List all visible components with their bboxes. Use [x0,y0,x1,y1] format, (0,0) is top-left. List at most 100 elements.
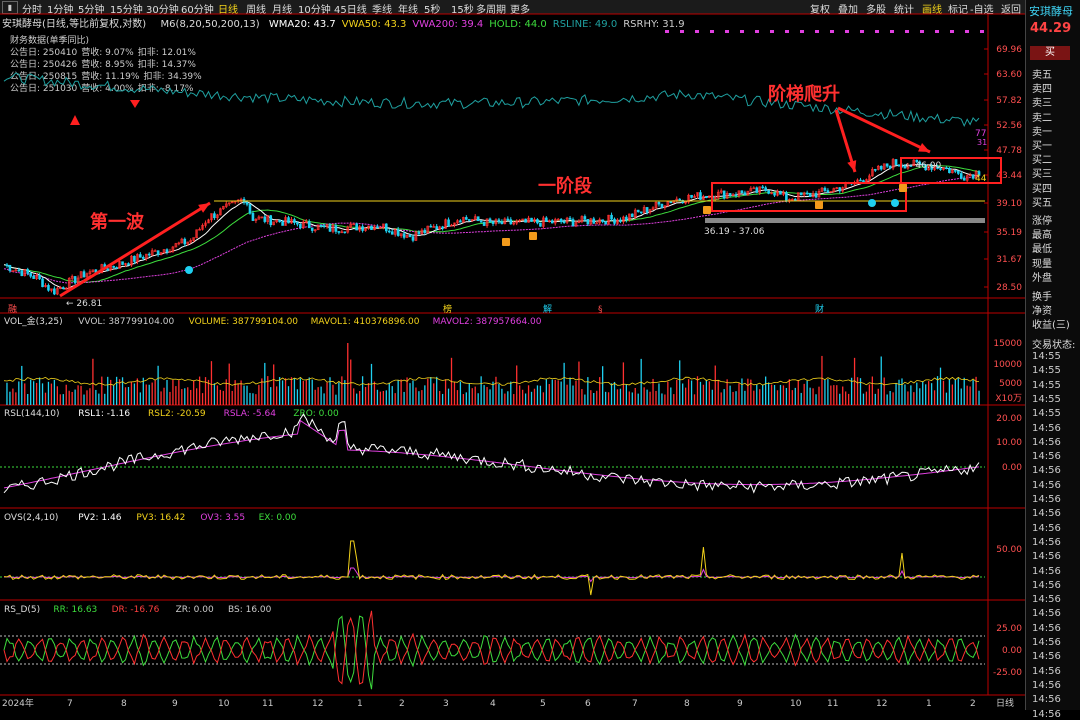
candle-body [705,195,708,198]
vol-tick: 5000 [999,379,1022,389]
candle-body [660,203,664,208]
candle-body [296,222,299,225]
y-tick: 63.60 [996,70,1022,80]
magenta-marker [950,30,954,33]
month-label: 8 [121,699,127,709]
stat-label: 最低 [1032,244,1052,256]
panel-legend-item: RSL2: -20.59 [148,409,206,419]
order-book-label: 卖四 [1032,84,1052,96]
order-book-label: 卖三 [1032,98,1052,110]
order-book-label: 买二 [1032,155,1052,167]
trade-time: 14:56 [1032,708,1061,720]
trade-time: 14:56 [1032,622,1061,634]
rsd-tick: -25.00 [993,668,1022,678]
magenta-marker [905,30,909,33]
trade-time: 14:56 [1032,694,1061,706]
candle-body [278,219,281,223]
magenta-marker [845,30,849,33]
y-tick: 31.67 [996,255,1022,265]
magenta-marker [860,30,864,33]
trade-time: 14:56 [1032,579,1061,591]
candle-body [479,220,483,223]
candle-body [859,179,862,182]
candle-body [767,190,770,194]
trade-time: 14:56 [1032,422,1061,434]
candle-body [885,163,889,167]
panel-legend-item: RSL1: -1.16 [78,409,130,419]
buy-button[interactable]: 买 [1030,46,1070,60]
stock-name[interactable]: 安琪酵母 [1029,3,1073,19]
stat2-label: 换手 [1032,292,1052,303]
rsd-tick: 25.00 [996,624,1022,634]
trade-time: 14:56 [1032,608,1061,620]
panel-legend-item: BS: 16.00 [228,605,272,615]
candle-body [959,173,963,179]
candle-body [539,222,542,227]
range-label: 36.19 - 37.06 [704,227,765,237]
candle-body [761,186,764,189]
candle-body [613,218,616,224]
candle-body [361,226,364,231]
panel-title: RSL(144,10) [4,409,60,419]
candle-body [26,269,30,274]
candle-body [785,192,788,201]
candle-body [619,219,622,222]
event-badge-icon [502,238,510,246]
candle-body [281,221,284,226]
month-label: 10 [790,699,802,709]
candle-body [586,219,590,225]
up-triangle-icon [70,115,80,125]
high-label: ← 46.00 [905,161,941,171]
candle-body [133,255,136,262]
candle-body [385,223,388,232]
trade-time: 14:56 [1032,436,1061,448]
magenta-marker [665,30,669,33]
month-label: 4 [490,699,496,709]
candle-body [61,287,65,290]
month-label: 10 [218,699,230,709]
candle-body [755,187,759,193]
candle-body [319,224,323,227]
candle-body [636,209,640,213]
panel-legend-item: VOLUME: 387799104.00 [189,317,299,327]
candle-body [429,225,433,228]
month-label: 1 [926,699,932,709]
month-label: 6 [585,699,591,709]
panel-title: RS_D(5) [4,605,40,615]
order-book-label: 买三 [1032,169,1052,181]
candle-body [156,250,160,255]
magenta-marker [770,30,774,33]
magenta-marker [935,30,939,33]
month-label: 9 [737,699,743,709]
trade-time: 14:56 [1032,479,1061,491]
candle-body [509,219,513,225]
candle-body [814,193,818,198]
candle-body [740,190,744,194]
magenta-marker [695,30,699,33]
candle-body [467,219,471,221]
candle-body [411,236,415,241]
month-label: 2 [970,699,976,709]
month-label: 11 [827,699,838,709]
candle-body [29,273,32,277]
candle-body [251,213,255,221]
candle-body [263,216,267,222]
candle-body [524,218,527,223]
panel-legend-item: VVOL: 387799104.00 [78,317,174,327]
magenta-marker [920,30,924,33]
candle-body [722,190,726,199]
candle-body [838,187,842,192]
event-marker: 融 [8,304,17,315]
pv3-line [3,540,980,596]
candle-body [604,221,607,225]
chart-canvas[interactable]: 69.9663.6057.8252.5647.7843.4439.1035.19… [0,0,1025,710]
candle-body [269,215,273,226]
magenta-marker [890,30,894,33]
range-bar [705,218,985,223]
trade-time: 14:56 [1032,522,1061,534]
panel-title: OVS(2,4,10) [4,513,58,523]
panel-title: VOL_金(3,25) [4,315,63,327]
candle-body [690,194,693,198]
trade-time: 14:55 [1032,365,1061,377]
trade-time: 14:56 [1032,679,1061,691]
